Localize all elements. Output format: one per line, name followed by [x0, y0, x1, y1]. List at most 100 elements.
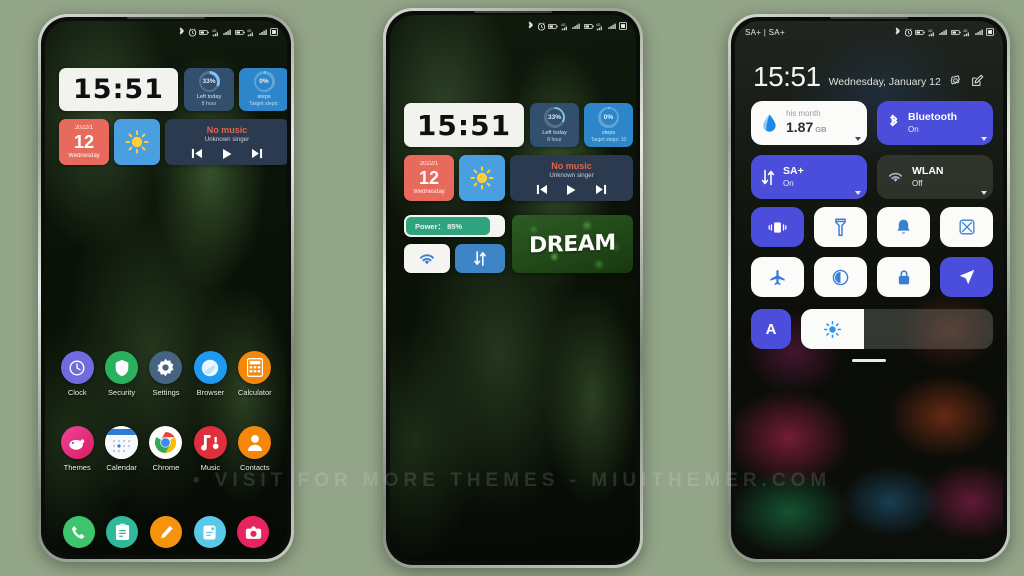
power-text: Power： 85% [415, 221, 463, 231]
sim-icon [986, 28, 994, 36]
contacts-icon [238, 426, 272, 459]
svg-text:4G: 4G [928, 28, 933, 32]
brightness-fill [801, 309, 865, 349]
prev-track-icon[interactable] [190, 148, 203, 159]
phone-bezel: 4G 4G 15:51 33% Left today 8 hour 0% ste… [41, 17, 291, 559]
weather-widget[interactable] [114, 119, 160, 165]
messages-icon[interactable] [193, 516, 226, 548]
date-widget[interactable]: 2022/1 12 Wednesday [404, 155, 454, 201]
wifi-tile-widget[interactable] [404, 244, 450, 273]
date-year-month: 2022/1 [419, 161, 439, 167]
battery-ring-sub: 8 hour [547, 136, 562, 143]
mobile-data-tile[interactable]: SA+ On [751, 155, 867, 199]
calendar-icon [105, 426, 139, 459]
app-clock[interactable]: Clock [55, 351, 99, 397]
steps-ring: 0% [598, 106, 619, 128]
wifi-icon [888, 172, 903, 182]
chevron-down-icon[interactable] [981, 191, 987, 195]
music-widget[interactable]: No music Unknown singer [165, 119, 287, 165]
wlan-text: WLAN Off [912, 165, 944, 188]
data-usage-period: his month [786, 109, 821, 119]
battery-ring-label: Left today [542, 129, 567, 136]
app-browser[interactable]: Browser [188, 351, 232, 397]
date-year-month: 2022/1 [74, 125, 94, 131]
music-subtitle: Unknown singer [549, 171, 594, 179]
next-track-icon[interactable] [251, 148, 264, 159]
darkmode-toggle[interactable] [814, 257, 867, 297]
music-title: No music [551, 160, 592, 171]
sun-icon [125, 130, 149, 154]
vibrate-icon [768, 221, 787, 233]
app-calculator[interactable]: Calculator [233, 351, 277, 397]
phone-icon[interactable] [62, 516, 95, 548]
edit-icon[interactable] [971, 74, 984, 87]
airplane-toggle[interactable] [751, 257, 804, 297]
status-bar: 4G 4G [45, 21, 287, 43]
bluetooth-state: On [908, 124, 919, 134]
steps-ring-widget[interactable]: 0% steps Target steps: [239, 68, 287, 111]
chevron-down-icon[interactable] [855, 137, 861, 141]
app-contacts[interactable]: Contacts [233, 426, 277, 472]
battery-ring-widget[interactable]: 33% Left today 8 hour [530, 103, 579, 147]
music-widget[interactable]: No music Unknown singer [510, 155, 633, 201]
alarm-icon [904, 27, 912, 37]
steps-ring-label: steps [257, 94, 271, 101]
clock-widget[interactable]: 15:51 [59, 68, 178, 111]
drag-handle[interactable] [852, 359, 886, 362]
clock-widget[interactable]: 15:51 [404, 103, 524, 147]
app-music[interactable]: Music [188, 426, 232, 472]
bluetooth-title: Bluetooth [908, 111, 957, 124]
data-usage-tile[interactable]: his month 1.87 GB [751, 101, 867, 145]
app-calendar[interactable]: Calendar [99, 426, 143, 472]
steps-ring-widget[interactable]: 0% steps Target steps: 10 [584, 103, 633, 147]
flashlight-toggle[interactable] [814, 207, 867, 247]
date-widget[interactable]: 2022/1 12 Wednesday [59, 119, 109, 165]
chevron-down-icon[interactable] [855, 191, 861, 195]
sun-icon [470, 166, 494, 190]
clock-time: 15:51 [73, 74, 164, 105]
weather-widget[interactable] [459, 155, 505, 201]
screenshot-toggle[interactable] [940, 207, 993, 247]
app-chrome[interactable]: Chrome [144, 426, 188, 472]
phone-bezel: SA+ | SA+ 4G 4G 15:51 Wednesday, January… [731, 17, 1007, 559]
chevron-down-icon[interactable] [981, 137, 987, 141]
app-settings[interactable]: Settings [144, 351, 188, 397]
signal-bars-icon [939, 29, 947, 35]
shield-icon [105, 351, 139, 384]
cc-date: Wednesday, January 12 [828, 76, 941, 88]
brightness-slider[interactable] [801, 309, 993, 349]
app-security[interactable]: Security [99, 351, 143, 397]
app-label: Music [200, 463, 221, 472]
ringer-toggle[interactable] [877, 207, 930, 247]
pencil-icon[interactable] [149, 516, 182, 548]
battery-ring-widget[interactable]: 33% Left today 8 hour [184, 68, 234, 111]
prev-track-icon[interactable] [535, 184, 548, 195]
location-toggle[interactable] [940, 257, 993, 297]
settings-gear-icon[interactable] [949, 74, 962, 87]
mobile-data-tile-widget[interactable] [455, 244, 505, 273]
sim-icon [270, 28, 278, 36]
next-track-icon[interactable] [595, 184, 608, 195]
power-widget[interactable]: Power： 85% [404, 215, 505, 237]
brightness-icon [824, 320, 842, 338]
app-themes[interactable]: Themes [55, 426, 99, 472]
status-bar: 4G 4G [735, 21, 1003, 43]
airplane-icon [770, 269, 785, 285]
auto-brightness-button[interactable]: A [751, 309, 791, 349]
play-icon[interactable] [565, 184, 577, 196]
wlan-tile[interactable]: WLAN Off [877, 155, 993, 199]
flashlight-icon [835, 218, 846, 236]
wlan-title: WLAN [912, 165, 944, 178]
photo-widget[interactable]: DREAM [512, 215, 633, 273]
themes-icon [60, 426, 94, 459]
earpiece-speaker [830, 17, 908, 19]
camera-icon[interactable] [237, 516, 270, 548]
chrome-icon [149, 426, 183, 459]
play-icon[interactable] [221, 148, 233, 160]
brightness-row: A [751, 309, 993, 349]
battery-ring-value: 33% [201, 73, 217, 90]
notes-icon[interactable] [106, 516, 139, 548]
vibrate-toggle[interactable] [751, 207, 804, 247]
bluetooth-tile[interactable]: Bluetooth On [877, 101, 993, 145]
rotation-lock-toggle[interactable] [877, 257, 930, 297]
